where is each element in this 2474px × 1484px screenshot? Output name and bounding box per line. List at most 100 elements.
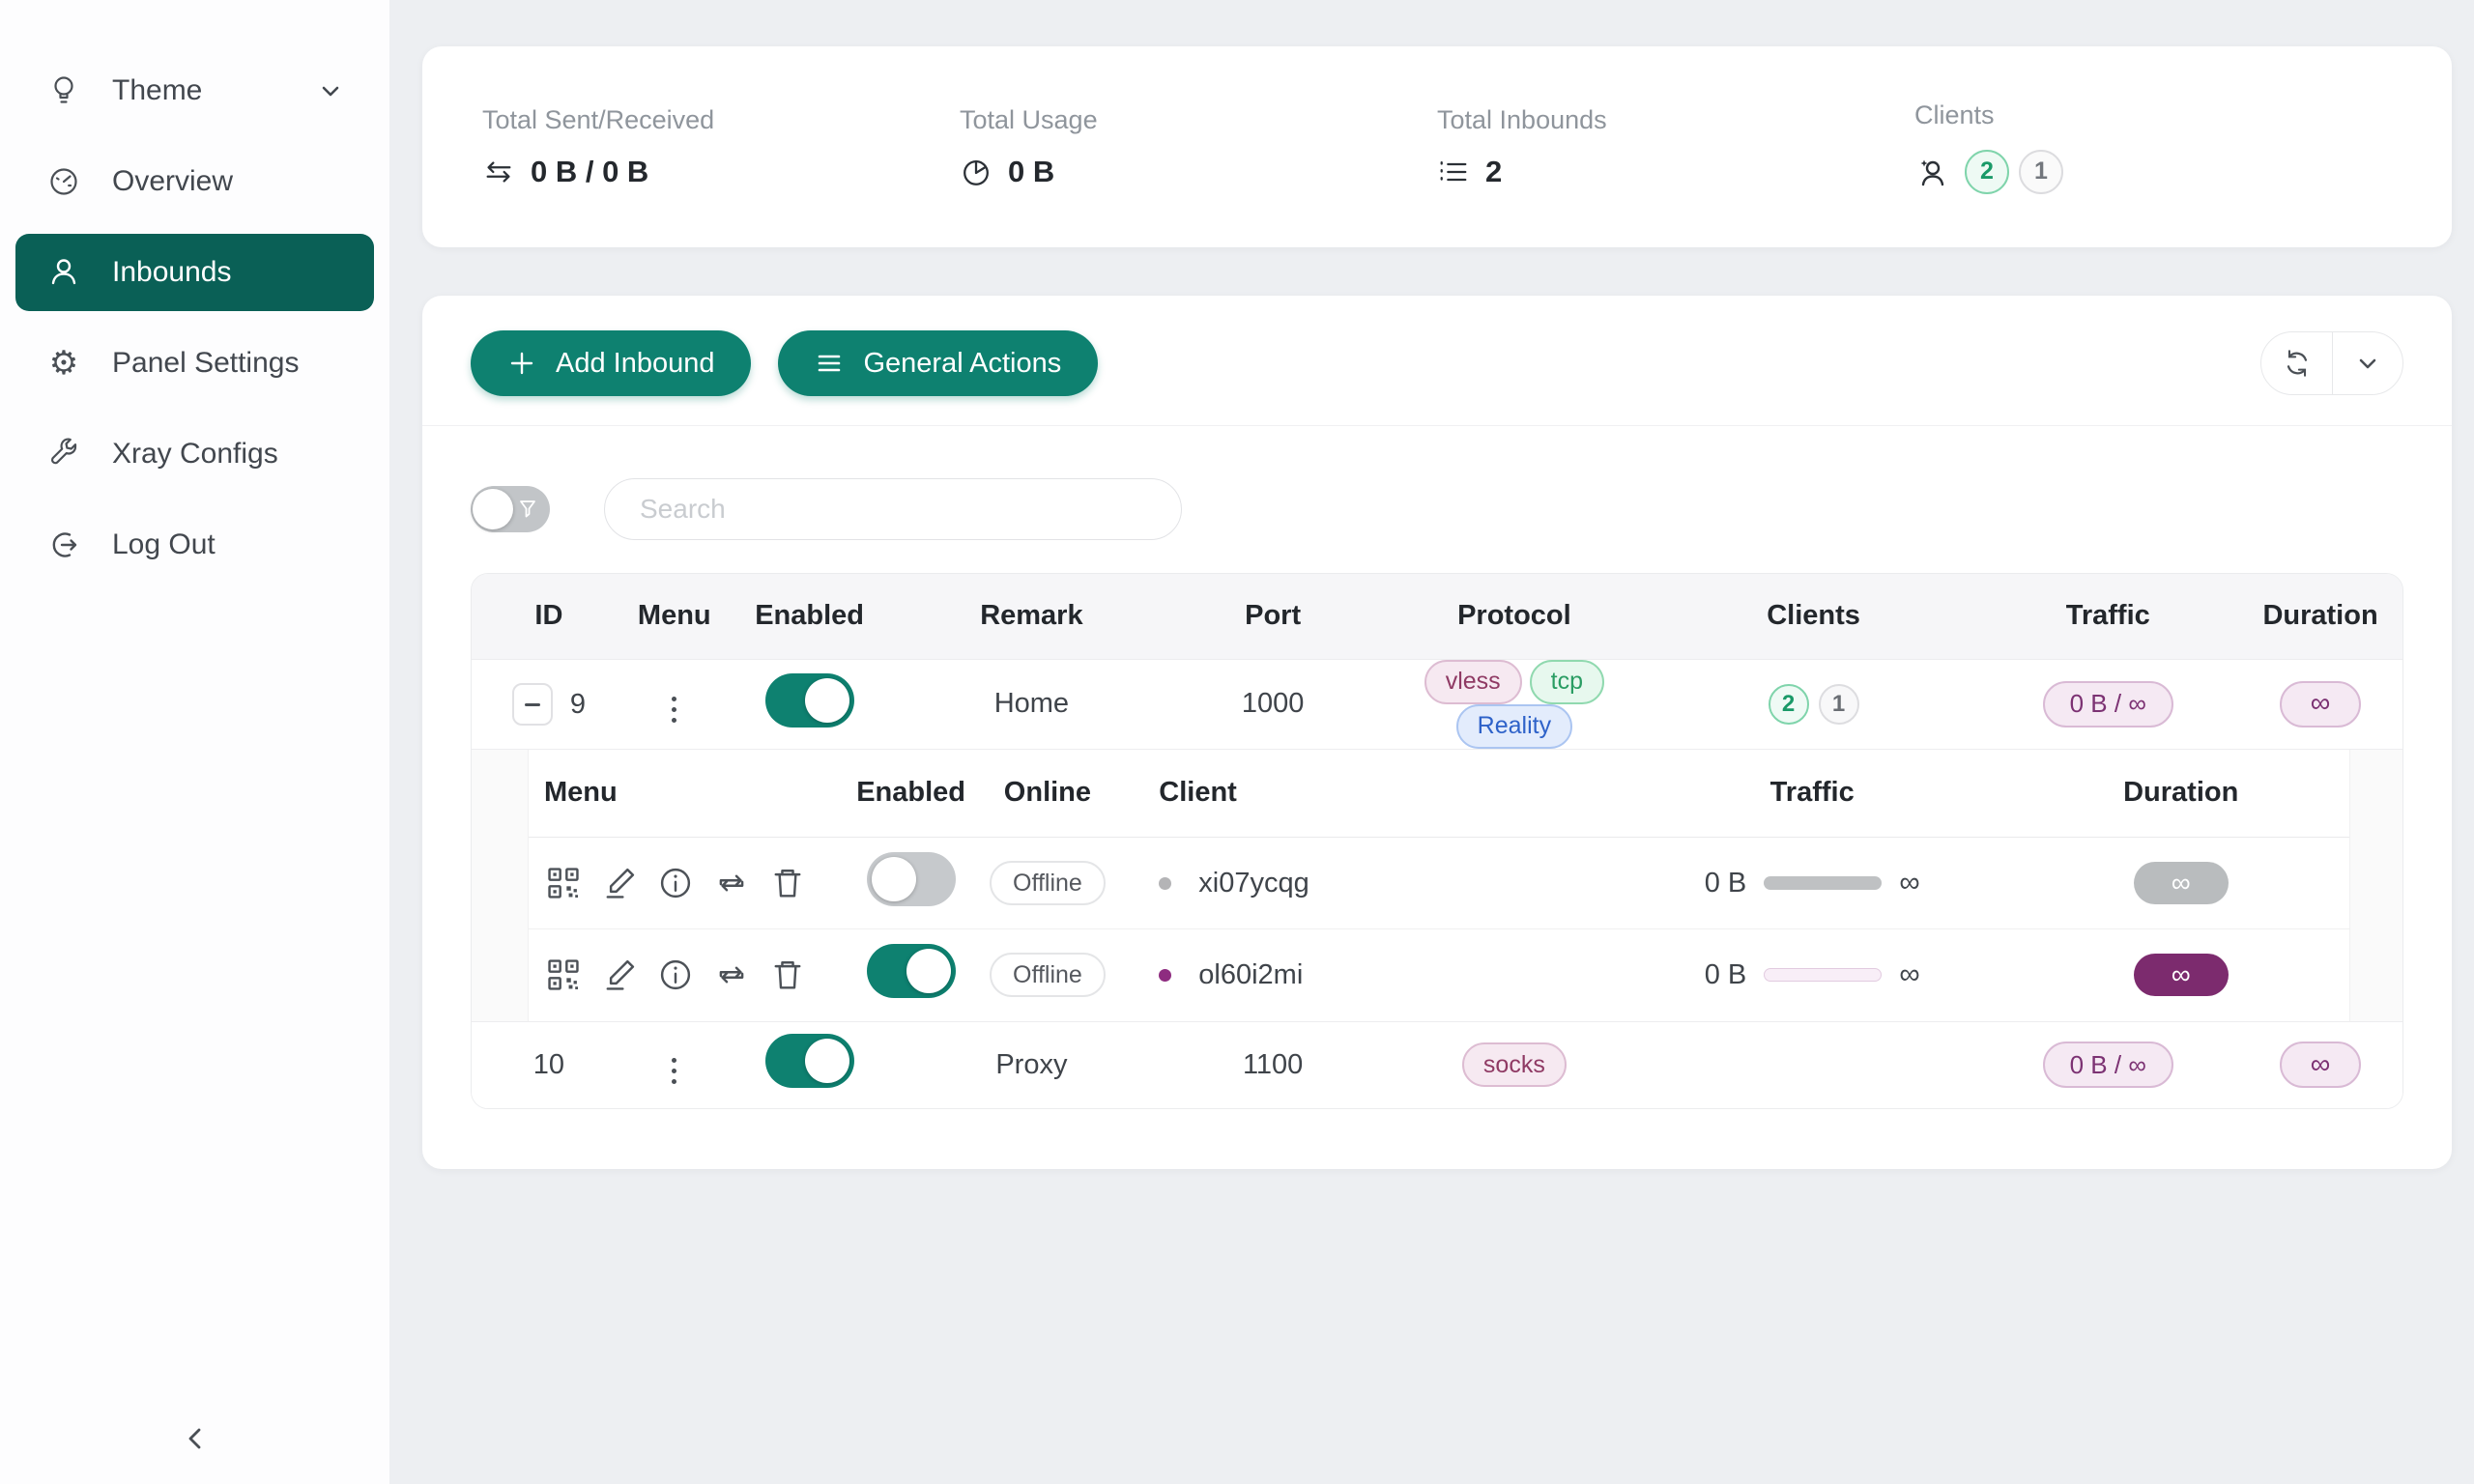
chevron-down-icon bbox=[2352, 348, 2383, 379]
repeat-icon[interactable] bbox=[712, 956, 751, 994]
sidebar-item-panel-settings[interactable]: ⚙ Panel Settings bbox=[15, 325, 374, 402]
edit-icon[interactable] bbox=[600, 864, 639, 902]
stat-total-inbounds: Total Inbounds 2 bbox=[1437, 105, 1914, 189]
trash-icon[interactable] bbox=[768, 864, 807, 902]
client-enabled-toggle[interactable] bbox=[867, 852, 956, 906]
traffic-pill[interactable]: 0 B / ∞ bbox=[2043, 681, 2173, 728]
inbound-enabled-toggle[interactable] bbox=[765, 673, 854, 728]
stat-total-usage: Total Usage 0 B bbox=[960, 105, 1437, 189]
list-icon bbox=[1437, 156, 1470, 188]
client-row: Offline ol60i2mi bbox=[529, 929, 2349, 1021]
sidebar-item-inbounds[interactable]: Inbounds bbox=[15, 234, 374, 311]
menu-lines-icon bbox=[815, 349, 844, 378]
col-header-clients: Clients bbox=[1650, 574, 1978, 659]
qr-code-icon[interactable] bbox=[544, 956, 583, 994]
sidebar-item-label: Xray Configs bbox=[112, 438, 278, 471]
traffic-pill[interactable]: 0 B / ∞ bbox=[2043, 1042, 2173, 1088]
edit-icon[interactable] bbox=[600, 956, 639, 994]
users-icon bbox=[1914, 155, 1949, 189]
row-clients-online-badge: 2 bbox=[1769, 684, 1809, 725]
funnel-icon bbox=[516, 498, 539, 521]
row-menu-button[interactable] bbox=[672, 1069, 676, 1073]
filter-toggle[interactable] bbox=[471, 486, 550, 532]
inbounds-card: Add Inbound General Actions bbox=[422, 296, 2452, 1169]
client-enabled-toggle[interactable] bbox=[867, 944, 956, 998]
col-header-protocol: Protocol bbox=[1379, 574, 1650, 659]
add-inbound-button[interactable]: Add Inbound bbox=[471, 330, 751, 396]
clients-subtable: Menu Enabled Online Client Traffic Durat… bbox=[528, 750, 2350, 1021]
col-header-id: ID bbox=[472, 574, 626, 659]
refresh-button[interactable] bbox=[2261, 332, 2332, 394]
client-name: xi07ycqg bbox=[1198, 868, 1309, 899]
stats-card: Total Sent/Received 0 B / 0 B Total Usag… bbox=[422, 46, 2452, 247]
info-icon[interactable] bbox=[656, 864, 695, 902]
inbound-remark: Home bbox=[897, 659, 1167, 749]
inbound-enabled-toggle[interactable] bbox=[765, 1034, 854, 1088]
traffic-used: 0 B bbox=[1705, 868, 1747, 899]
lightbulb-icon bbox=[44, 73, 83, 108]
stat-label: Total Inbounds bbox=[1437, 105, 1914, 135]
general-actions-button[interactable]: General Actions bbox=[778, 330, 1098, 396]
network-tag: tcp bbox=[1530, 660, 1604, 704]
swap-arrows-icon bbox=[482, 156, 515, 188]
info-icon[interactable] bbox=[656, 956, 695, 994]
sidebar-item-label: Theme bbox=[112, 74, 202, 107]
traffic-progress-bar bbox=[1764, 968, 1882, 982]
table-header-row: ID Menu Enabled Remark Port Protocol Cli… bbox=[472, 574, 2402, 659]
col-header-menu: Menu bbox=[626, 574, 723, 659]
sidebar-item-theme[interactable]: Theme bbox=[15, 52, 374, 129]
row-menu-button[interactable] bbox=[672, 707, 676, 712]
search-input[interactable] bbox=[604, 478, 1182, 540]
online-status-badge: Offline bbox=[990, 953, 1106, 997]
stat-label: Total Sent/Received bbox=[482, 105, 960, 135]
collapse-row-button[interactable] bbox=[512, 683, 553, 726]
client-status-dot bbox=[1159, 969, 1171, 982]
main-content: Total Sent/Received 0 B / 0 B Total Usag… bbox=[389, 0, 2474, 1484]
user-icon bbox=[44, 255, 83, 290]
duration-pill[interactable]: ∞ bbox=[2280, 1042, 2362, 1088]
refresh-options-button[interactable] bbox=[2332, 332, 2402, 394]
search-row bbox=[422, 426, 2452, 540]
sidebar-item-xray-configs[interactable]: Xray Configs bbox=[15, 415, 374, 493]
client-duration-pill[interactable]: ∞ bbox=[2134, 862, 2229, 904]
inbound-id: 9 bbox=[570, 689, 586, 721]
sidebar-collapse-button[interactable] bbox=[0, 1420, 389, 1457]
subtable-header-row: Menu Enabled Online Client Traffic Durat… bbox=[529, 750, 2349, 838]
col-header-traffic: Traffic bbox=[1977, 574, 2238, 659]
sidebar-nav: Theme Overview Inbounds ⚙ Panel Settings bbox=[0, 52, 389, 584]
stat-clients: Clients 2 1 bbox=[1914, 100, 2392, 194]
subcol-header-online: Online bbox=[975, 750, 1121, 838]
duration-pill[interactable]: ∞ bbox=[2280, 681, 2362, 728]
subcol-header-menu: Menu bbox=[529, 750, 848, 838]
sidebar-item-overview[interactable]: Overview bbox=[15, 143, 374, 220]
client-duration-pill[interactable]: ∞ bbox=[2134, 954, 2229, 996]
add-inbound-label: Add Inbound bbox=[556, 348, 714, 380]
sidebar-item-label: Log Out bbox=[112, 528, 216, 561]
logout-icon bbox=[44, 528, 83, 562]
sidebar-item-log-out[interactable]: Log Out bbox=[15, 506, 374, 584]
toolbar: Add Inbound General Actions bbox=[422, 296, 2452, 426]
inbound-row-9: 9 Home 1000 vlesstcpReality 2 bbox=[472, 659, 2402, 749]
gear-icon: ⚙ bbox=[44, 346, 83, 381]
inbounds-table: ID Menu Enabled Remark Port Protocol Cli… bbox=[471, 573, 2403, 1109]
subcol-header-duration: Duration bbox=[2012, 750, 2349, 838]
inbound-port: 1100 bbox=[1166, 1021, 1379, 1108]
refresh-split-button bbox=[2260, 331, 2403, 395]
traffic-used: 0 B bbox=[1705, 959, 1747, 991]
stat-value: 2 bbox=[1485, 155, 1502, 189]
sidebar: Theme Overview Inbounds ⚙ Panel Settings bbox=[0, 0, 389, 1484]
repeat-icon[interactable] bbox=[712, 864, 751, 902]
sidebar-item-label: Overview bbox=[112, 165, 233, 198]
inbound-row-9-expansion: Menu Enabled Online Client Traffic Durat… bbox=[472, 749, 2402, 1021]
protocol-tag: socks bbox=[1462, 1042, 1567, 1087]
qr-code-icon[interactable] bbox=[544, 864, 583, 902]
trash-icon[interactable] bbox=[768, 956, 807, 994]
subcol-header-traffic: Traffic bbox=[1612, 750, 2012, 838]
stat-label: Total Usage bbox=[960, 105, 1437, 135]
col-header-port: Port bbox=[1166, 574, 1379, 659]
stat-label: Clients bbox=[1914, 100, 2392, 130]
clients-total-badge: 1 bbox=[2019, 150, 2063, 194]
chevron-down-icon bbox=[316, 76, 345, 105]
stat-value: 0 B / 0 B bbox=[531, 155, 648, 189]
inbound-id: 10 bbox=[533, 1049, 564, 1080]
